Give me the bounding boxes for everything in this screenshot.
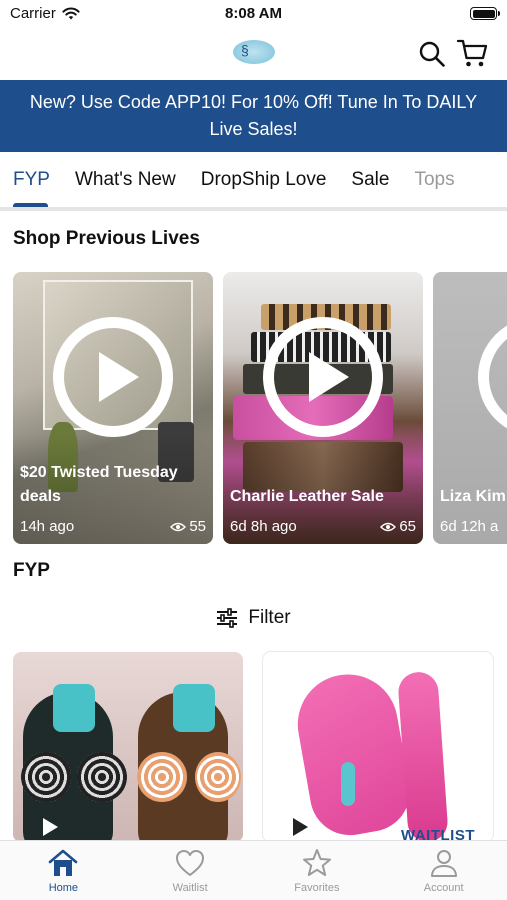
live-card[interactable]: $20 Twisted Tuesday deals 14h ago 55 xyxy=(13,272,213,544)
nav-label: Favorites xyxy=(294,882,340,894)
tab-dropship-love[interactable]: DropShip Love xyxy=(188,152,327,208)
nav-label: Home xyxy=(48,882,79,894)
live-title: $20 Twisted Tuesday deals xyxy=(20,464,178,505)
live-time: 6d 8h ago xyxy=(230,518,297,535)
sliders-icon xyxy=(217,608,238,628)
play-icon xyxy=(309,352,349,402)
play-icon[interactable] xyxy=(43,818,58,836)
tab-divider xyxy=(0,207,507,211)
play-icon xyxy=(99,352,139,402)
live-time: 6d 12h a xyxy=(440,518,499,535)
tag-right xyxy=(173,684,215,732)
cart-icon[interactable] xyxy=(456,38,488,68)
medallion xyxy=(21,752,71,802)
heart-icon xyxy=(176,850,205,876)
medallion xyxy=(137,752,187,802)
live-views: 65 xyxy=(380,518,416,535)
live-views: 55 xyxy=(170,518,206,535)
sandal-pink-side xyxy=(397,670,449,842)
section-title-previous-lives: Shop Previous Lives xyxy=(13,228,200,249)
product-card[interactable]: WAITLIST xyxy=(263,652,493,842)
live-card[interactable]: Liza Kim 6d 12h a xyxy=(433,272,507,544)
medallion xyxy=(195,752,241,802)
eye-icon xyxy=(170,522,187,531)
tab-label: What's New xyxy=(74,169,176,190)
eye-icon xyxy=(380,522,397,531)
tag-left xyxy=(53,684,95,732)
product-card[interactable] xyxy=(13,652,243,842)
section-title-fyp: FYP xyxy=(13,560,50,581)
search-icon[interactable] xyxy=(418,40,446,68)
play-icon[interactable] xyxy=(293,818,308,836)
live-title: Charlie Leather Sale xyxy=(230,488,384,505)
play-button[interactable] xyxy=(478,317,507,437)
nav-label: Account xyxy=(423,882,464,894)
previous-lives-carousel[interactable]: $20 Twisted Tuesday deals 14h ago 55 Cha… xyxy=(13,272,507,544)
live-title: Liza Kim xyxy=(440,488,506,505)
battery-icon xyxy=(470,7,500,20)
nav-account[interactable]: Account xyxy=(380,841,507,900)
filter-button[interactable]: Filter xyxy=(0,604,507,632)
live-time: 14h ago xyxy=(20,518,75,535)
nav-waitlist[interactable]: Waitlist xyxy=(127,841,254,900)
tab-fyp[interactable]: FYP xyxy=(0,152,50,208)
category-tabs: FYP What's New DropShip Love Sale Tops xyxy=(0,152,507,208)
bottom-nav: Home Waitlist Favorites Account xyxy=(0,840,507,900)
insole-accent xyxy=(341,762,355,806)
tab-label: Sale xyxy=(351,169,390,190)
status-bar: Carrier 8:08 AM xyxy=(0,0,507,30)
tab-sale[interactable]: Sale xyxy=(338,152,389,208)
live-card[interactable]: Charlie Leather Sale 6d 8h ago 65 xyxy=(223,272,423,544)
tab-label: DropShip Love xyxy=(200,169,327,190)
tab-label: Tops xyxy=(414,169,455,190)
star-icon xyxy=(302,849,331,876)
filter-label: Filter xyxy=(248,607,291,628)
tab-whats-new[interactable]: What's New xyxy=(62,152,176,208)
seahorse-icon: § xyxy=(241,42,249,58)
home-icon xyxy=(49,849,78,876)
nav-label: Waitlist xyxy=(172,882,208,894)
views-count: 65 xyxy=(399,518,416,535)
person-icon xyxy=(430,850,457,877)
nav-home[interactable]: Home xyxy=(0,841,127,900)
brand-logo[interactable]: § xyxy=(233,40,275,64)
tab-label: FYP xyxy=(13,169,50,190)
promo-banner[interactable]: New? Use Code APP10! For 10% Off! Tune I… xyxy=(0,80,507,152)
medallion xyxy=(77,752,127,802)
app-header: § xyxy=(0,30,507,78)
clock: 8:08 AM xyxy=(225,5,282,22)
promo-text: New? Use Code APP10! For 10% Off! Tune I… xyxy=(29,92,478,139)
sandal-pink xyxy=(289,666,417,842)
nav-favorites[interactable]: Favorites xyxy=(254,841,381,900)
views-count: 55 xyxy=(189,518,206,535)
tab-tops[interactable]: Tops xyxy=(401,152,454,208)
